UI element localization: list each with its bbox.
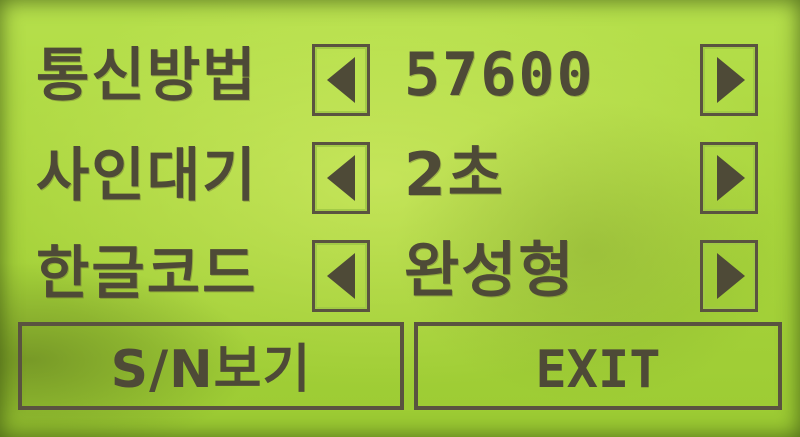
- sign-wait-value: 2초: [404, 140, 505, 210]
- comm-method-next-button[interactable]: [700, 44, 758, 116]
- view-serial-number-label: S/N보기: [110, 340, 312, 400]
- hangul-code-value: 완성형: [404, 236, 576, 306]
- left-arrow-icon: [327, 253, 355, 299]
- hangul-code-prev-button[interactable]: [312, 240, 370, 312]
- row-label-hangul-code: 한글코드: [36, 239, 258, 307]
- view-serial-number-button[interactable]: S/N보기: [18, 322, 404, 410]
- exit-label: EXIT: [535, 340, 661, 400]
- lcd-screen: 통신방법 57600 사인대기 2초 한글코드 완성형 S/N보기 EXIT: [0, 0, 800, 437]
- right-arrow-icon: [717, 253, 745, 299]
- left-arrow-icon: [327, 155, 355, 201]
- exit-button[interactable]: EXIT: [414, 322, 782, 410]
- right-arrow-icon: [717, 57, 745, 103]
- hangul-code-next-button[interactable]: [700, 240, 758, 312]
- sign-wait-next-button[interactable]: [700, 142, 758, 214]
- left-arrow-icon: [327, 57, 355, 103]
- comm-method-prev-button[interactable]: [312, 44, 370, 116]
- row-label-comm-method: 통신방법: [36, 41, 258, 109]
- row-label-sign-wait: 사인대기: [36, 141, 258, 209]
- comm-method-value: 57600: [404, 40, 595, 110]
- sign-wait-prev-button[interactable]: [312, 142, 370, 214]
- right-arrow-icon: [717, 155, 745, 201]
